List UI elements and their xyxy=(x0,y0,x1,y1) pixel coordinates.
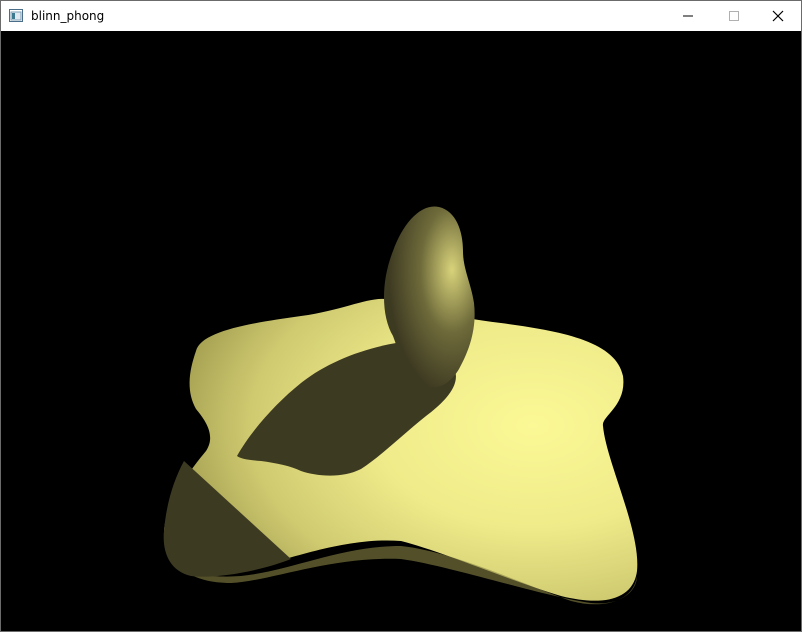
minimize-icon xyxy=(683,15,693,17)
rendered-scene xyxy=(163,206,638,605)
close-button[interactable] xyxy=(755,1,801,31)
maximize-icon xyxy=(729,11,739,21)
window-title: blinn_phong xyxy=(31,9,105,23)
minimize-button[interactable] xyxy=(665,1,711,31)
app-window-icon xyxy=(9,9,23,22)
app-window: blinn_phong xyxy=(0,0,802,632)
render-viewport[interactable] xyxy=(1,31,801,631)
close-icon xyxy=(772,10,784,22)
maximize-button[interactable] xyxy=(711,1,757,31)
title-bar[interactable]: blinn_phong xyxy=(1,1,801,31)
